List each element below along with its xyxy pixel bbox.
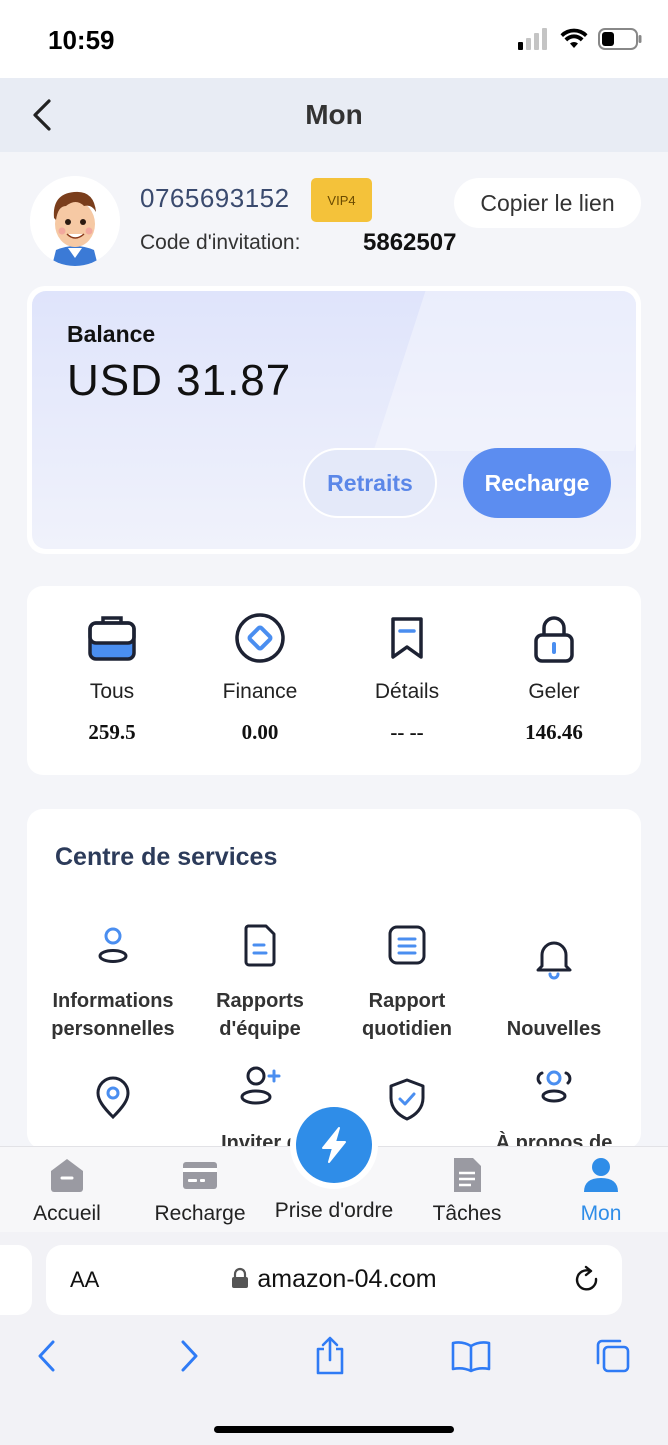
stat-details[interactable]: Détails -- --	[332, 586, 482, 775]
add-user-icon	[240, 1066, 281, 1105]
invite-code-value: 5862507	[363, 229, 457, 256]
profile-section: 0765693152 VIP4 Copier le lien Code d'in…	[0, 152, 668, 282]
tab-mon[interactable]: Mon	[534, 1147, 668, 1233]
service-label: Rapports d'équipe	[216, 990, 304, 1040]
service-about[interactable]: À propos de	[474, 1061, 634, 1149]
share-icon	[316, 1336, 344, 1375]
battery-icon	[598, 28, 642, 50]
status-time: 10:59	[48, 25, 115, 55]
balance-label: Balance	[67, 321, 156, 347]
services-card: Centre de services Informations personne…	[27, 809, 641, 1149]
recharge-button[interactable]: Recharge	[463, 448, 611, 518]
phone-number: 0765693152	[140, 183, 290, 213]
tab-label: Mon	[580, 1202, 622, 1225]
list-icon	[388, 925, 426, 965]
url-text: amazon-04.com	[257, 1265, 437, 1293]
url-display[interactable]: amazon-04.com	[46, 1265, 622, 1294]
status-indicators	[518, 28, 642, 50]
vip-badge: VIP4	[311, 178, 372, 222]
tabs-button[interactable]	[591, 1334, 635, 1378]
nav-bar: Mon	[0, 78, 668, 152]
tabs-icon	[596, 1339, 630, 1373]
home-indicator	[214, 1426, 454, 1433]
service-team-reports[interactable]: Rapports d'équipe	[180, 921, 340, 1051]
bookmark-icon	[391, 617, 423, 659]
stat-value: 259.5	[88, 720, 136, 744]
chevron-right-icon	[181, 1340, 198, 1372]
invite-code-label: Code d'invitation:	[140, 231, 301, 254]
finance-icon	[235, 613, 285, 663]
previous-tab-edge[interactable]	[0, 1245, 32, 1315]
tab-bar: Accueil Recharge Prise d'ordre Tâches Mo…	[0, 1101, 668, 1233]
user-icon	[98, 927, 128, 963]
copy-link-button[interactable]: Copier le lien	[454, 178, 641, 228]
stat-value: 146.46	[525, 720, 583, 744]
stat-label: Détails	[374, 680, 440, 703]
bookmarks-button[interactable]	[449, 1334, 493, 1378]
stats-card: Tous 259.5 Finance 0.00 Détails -- -- Ge…	[27, 586, 641, 775]
balance-card: Balance USD 31.87 Retraits Recharge	[27, 286, 641, 554]
chevron-left-icon	[38, 1340, 55, 1372]
tab-taches[interactable]: Tâches	[400, 1147, 534, 1233]
page-title: Mon	[305, 99, 363, 130]
tab-label: Accueil	[33, 1202, 101, 1225]
stat-geler[interactable]: Geler 146.46	[479, 586, 629, 775]
person-icon	[584, 1158, 618, 1192]
stat-label: Finance	[222, 680, 298, 703]
card-icon	[183, 1162, 217, 1189]
stat-value: -- --	[390, 720, 424, 744]
home-icon	[51, 1159, 83, 1192]
file-icon	[454, 1158, 481, 1192]
book-icon	[451, 1341, 491, 1373]
shield-icon	[389, 1078, 425, 1121]
lock-icon	[534, 616, 574, 663]
tab-accueil[interactable]: Accueil	[0, 1147, 134, 1233]
order-fab[interactable]	[290, 1101, 378, 1189]
status-bar: 10:59	[0, 0, 668, 78]
service-label: Rapport quotidien	[362, 990, 452, 1040]
service-daily-report[interactable]: Rapport quotidien	[327, 921, 487, 1051]
stat-label: Geler	[528, 680, 580, 703]
card-decoration	[373, 291, 636, 451]
wifi-icon	[560, 28, 588, 48]
share-button[interactable]	[308, 1334, 352, 1378]
group-icon	[536, 1070, 572, 1103]
tab-label: Prise d'ordre	[274, 1199, 394, 1222]
address-bar[interactable]: AA amazon-04.com	[46, 1245, 622, 1315]
document-icon	[244, 924, 276, 967]
browser-forward-button[interactable]	[168, 1334, 212, 1378]
service-label: Informations personnelles	[51, 990, 175, 1040]
service-news[interactable]: Nouvelles	[474, 921, 634, 1051]
lightning-icon	[322, 1127, 346, 1163]
service-label: Nouvelles	[506, 1018, 602, 1040]
location-pin-icon	[96, 1076, 130, 1120]
service-address[interactable]	[33, 1073, 193, 1149]
stat-value: 0.00	[241, 720, 279, 744]
lock-icon	[232, 1267, 249, 1288]
stat-label: Tous	[89, 680, 135, 703]
reload-icon[interactable]	[572, 1265, 602, 1295]
tab-prise-ordre[interactable]: Prise d'ordre	[267, 1101, 401, 1233]
browser-chrome: AA amazon-04.com	[0, 1232, 668, 1445]
bell-icon	[536, 941, 572, 980]
tab-label: Tâches	[432, 1202, 502, 1225]
stat-tous[interactable]: Tous 259.5	[37, 586, 187, 775]
browser-back-button[interactable]	[24, 1334, 68, 1378]
briefcase-icon	[88, 616, 136, 661]
stat-finance[interactable]: Finance 0.00	[185, 586, 335, 775]
services-title: Centre de services	[55, 843, 278, 871]
avatar	[30, 176, 120, 266]
service-personal-info[interactable]: Informations personnelles	[33, 921, 193, 1051]
balance-value: USD 31.87	[67, 356, 292, 405]
withdraw-button[interactable]: Retraits	[303, 448, 437, 518]
tab-label: Recharge	[154, 1202, 246, 1225]
tab-recharge[interactable]: Recharge	[133, 1147, 267, 1233]
signal-icon	[518, 28, 547, 50]
